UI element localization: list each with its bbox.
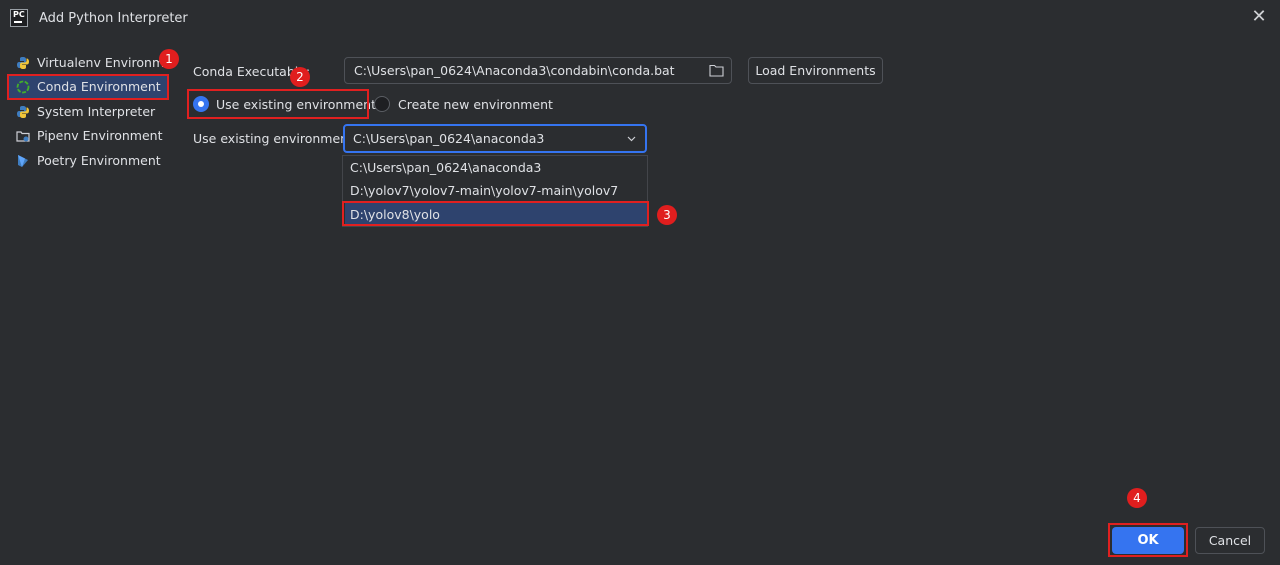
existing-environment-label: Use existing environment: [193,131,358,146]
python-icon [17,57,29,69]
sidebar-item-label: Pipenv Environment [37,128,163,143]
cancel-button[interactable]: Cancel [1195,527,1265,554]
environment-option-selected[interactable]: D:\yolov8\yolo [345,203,647,226]
radio-create-new-label[interactable]: Create new environment [398,97,553,112]
annotation-badge-4: 4 [1127,488,1147,508]
sidebar-item-pipenv[interactable]: Pipenv Environment [8,124,168,148]
sidebar-item-conda[interactable]: Conda Environment [8,75,168,99]
sidebar-item-virtualenv[interactable]: Virtualenv Environment [8,51,168,75]
radio-use-existing-label[interactable]: Use existing environment [216,97,376,112]
sidebar-item-poetry[interactable]: Poetry Environment [8,149,168,173]
ok-button[interactable]: OK [1112,527,1184,554]
conda-executable-value: C:\Users\pan_0624\Anaconda3\condabin\con… [354,63,675,78]
load-environments-button[interactable]: Load Environments [748,57,883,84]
pipenv-icon [16,131,30,142]
annotation-badge-3: 3 [657,205,677,225]
existing-environment-value: C:\Users\pan_0624\anaconda3 [353,131,545,146]
sidebar-item-label: System Interpreter [37,104,156,119]
conda-executable-field[interactable]: C:\Users\pan_0624\Anaconda3\condabin\con… [344,57,732,84]
dialog-title: Add Python Interpreter [39,11,188,26]
chevron-down-icon [627,136,636,142]
annotation-badge-2: 2 [290,67,310,87]
environment-option[interactable]: C:\Users\pan_0624\anaconda3 [345,156,647,179]
radio-create-new[interactable] [374,96,390,112]
annotation-badge-1: 1 [159,49,179,69]
pycharm-app-icon: PC [10,9,28,27]
title-bar: PC Add Python Interpreter ✕ [0,0,1280,38]
close-icon[interactable]: ✕ [1250,8,1268,26]
environment-dropdown: C:\Users\pan_0624\anaconda3 D:\yolov7\yo… [342,155,648,227]
python-icon [17,106,29,118]
sidebar-item-label: Virtualenv Environment [37,55,168,70]
conda-icon [16,80,30,94]
sidebar-item-system-interpreter[interactable]: System Interpreter [8,100,168,124]
folder-icon[interactable] [709,64,724,77]
existing-environment-select[interactable]: C:\Users\pan_0624\anaconda3 [343,124,647,153]
environment-option[interactable]: D:\yolov7\yolov7-main\yolov7-main\yolov7 [345,179,647,202]
sidebar-item-label: Conda Environment [37,79,161,94]
sidebar-item-label: Poetry Environment [37,153,161,168]
radio-use-existing[interactable] [193,96,209,112]
poetry-icon [18,155,28,167]
